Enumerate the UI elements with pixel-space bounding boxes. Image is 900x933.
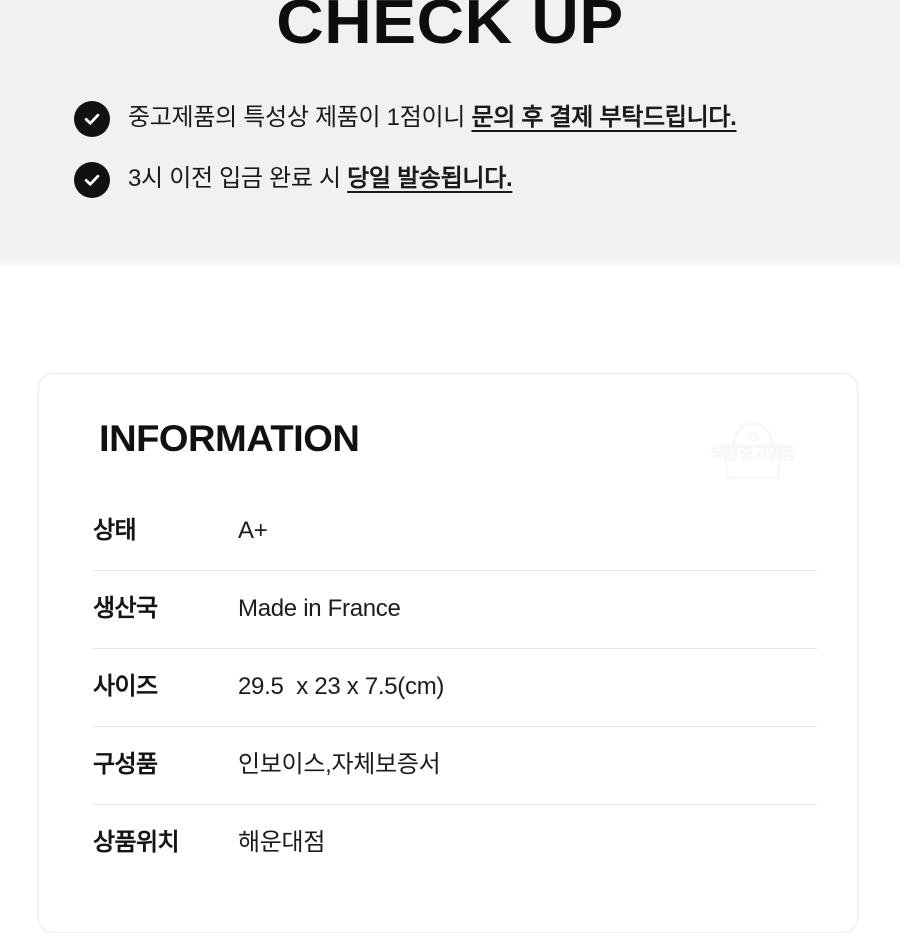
- table-row: 사이즈 29.5 x 23 x 7.5(cm): [93, 648, 817, 726]
- information-card: INFORMATION 착한중고명품 상태 A+ 생산국 Made in Fra…: [38, 373, 858, 933]
- information-title: INFORMATION: [99, 418, 360, 459]
- checkup-item-text-emphasis: 당일 발송됩니다.: [347, 165, 513, 192]
- checkup-section: CHECK UP 중고제품의 특성상 제품이 1점이니 문의 후 결제 부탁드립…: [0, 0, 900, 266]
- table-cell-label: 상품위치: [93, 829, 180, 856]
- table-cell-label: 상태: [93, 517, 137, 544]
- table-row: 생산국 Made in France: [93, 570, 817, 648]
- table-cell-label: 생산국: [93, 595, 158, 622]
- table-cell-value: 인보이스,자체보증서: [238, 751, 441, 778]
- list-item: 3시 이전 입금 완료 시 당일 발송됩니다.: [74, 161, 864, 198]
- brand-watermark: 착한중고명품: [694, 412, 812, 484]
- table-cell-label: 사이즈: [93, 673, 158, 700]
- table-cell-value: 해운대점: [238, 829, 326, 856]
- table-row: 구성품 인보이스,자체보증서: [93, 726, 817, 804]
- checkup-item-text-plain: 3시 이전 입금 완료 시: [128, 165, 348, 192]
- table-row: 상품위치 해운대점: [93, 804, 817, 882]
- table-cell-value: Made in France: [238, 595, 401, 622]
- table-cell-value: 29.5 x 23 x 7.5(cm): [238, 673, 445, 700]
- check-circle-icon: [74, 101, 110, 137]
- list-item: 중고제품의 특성상 제품이 1점이니 문의 후 결제 부탁드립니다.: [74, 100, 864, 137]
- table-cell-value: A+: [238, 517, 268, 544]
- information-table: 상태 A+ 생산국 Made in France 사이즈 29.5 x 23 x…: [93, 492, 817, 882]
- check-circle-icon: [74, 162, 110, 198]
- brand-watermark-label: 착한중고명품: [710, 446, 796, 463]
- checkup-item-text: 중고제품의 특성상 제품이 1점이니 문의 후 결제 부탁드립니다.: [128, 100, 737, 136]
- table-row: 상태 A+: [93, 492, 817, 570]
- page-title: CHECK UP: [276, 0, 624, 57]
- checkup-item-text-plain: 중고제품의 특성상 제품이 1점이니: [128, 104, 472, 131]
- checkup-item-text-emphasis: 문의 후 결제 부탁드립니다.: [471, 104, 737, 131]
- checkup-list: 중고제품의 특성상 제품이 1점이니 문의 후 결제 부탁드립니다. 3시 이전…: [74, 100, 864, 222]
- table-cell-label: 구성품: [93, 751, 158, 778]
- checkup-item-text: 3시 이전 입금 완료 시 당일 발송됩니다.: [128, 161, 513, 197]
